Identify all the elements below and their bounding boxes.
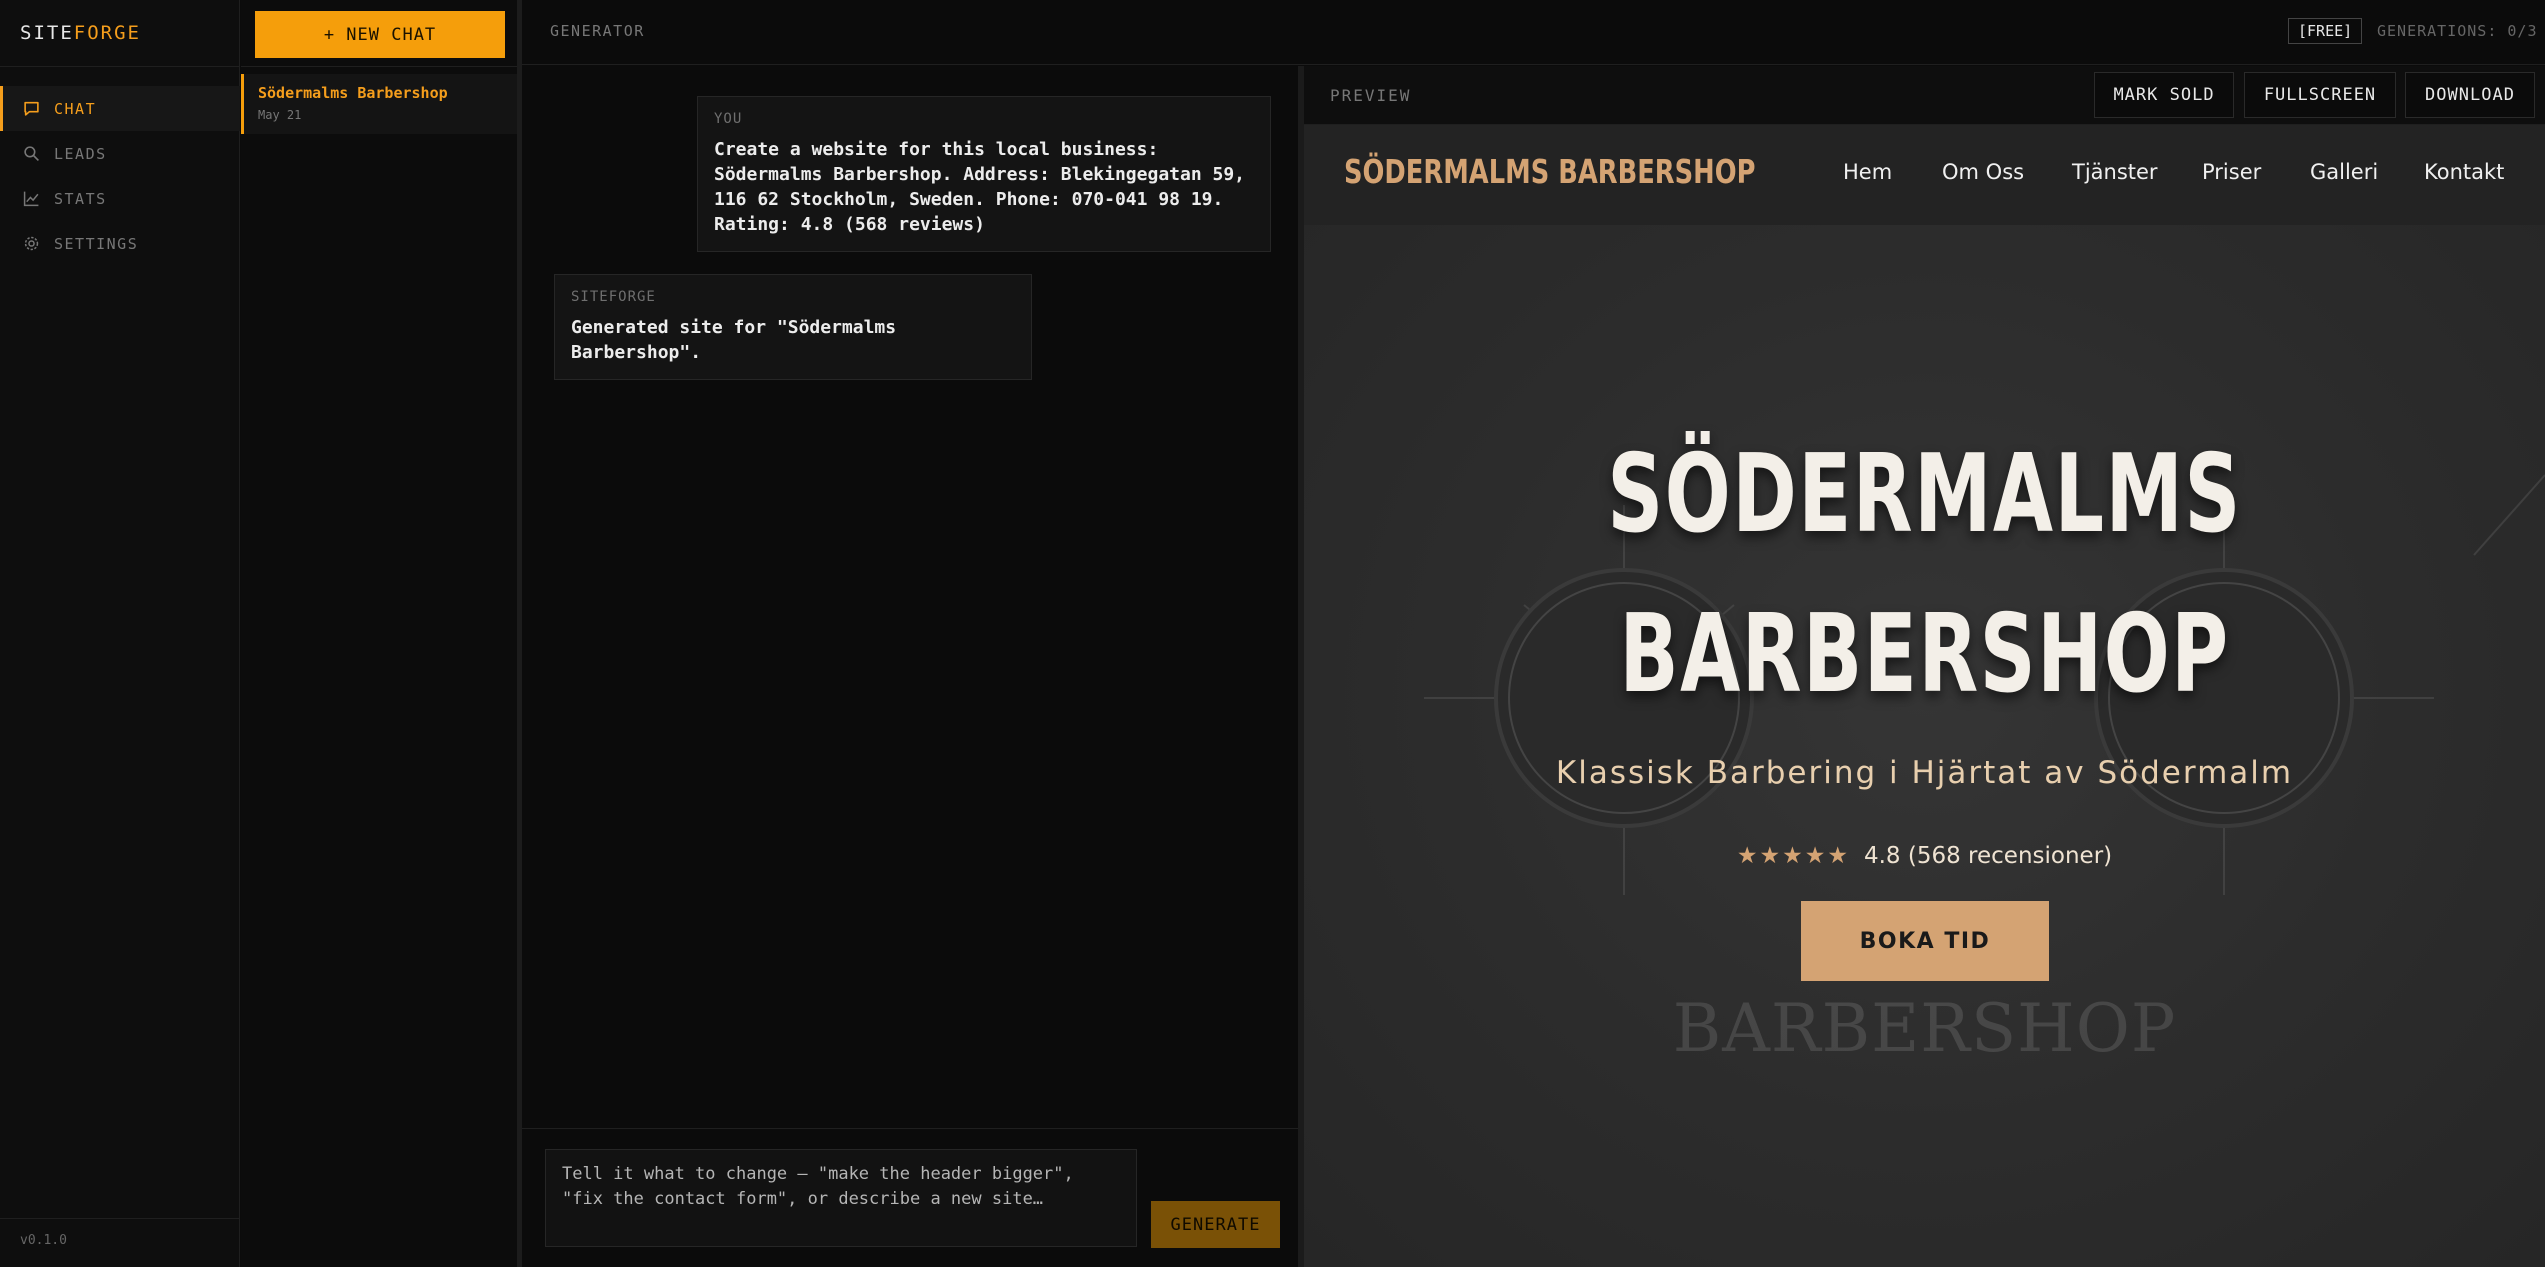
rating-text: 4.8 (568 recensioner) (1863, 843, 2113, 869)
mark-sold-button[interactable]: MARK SOLD (2094, 72, 2234, 118)
hero-watermark: BARBERSHOP (1672, 990, 2177, 1067)
nav-item-settings[interactable]: SETTINGS (0, 221, 240, 266)
site-nav-link-kontakt[interactable]: Kontakt (2424, 160, 2504, 184)
generations-counter: GENERATIONS: 0/3 (2377, 22, 2538, 40)
chat-list-panel: + NEW CHAT Södermalms Barbershop May 21 (241, 0, 522, 1267)
chat-item-date: May 21 (258, 108, 302, 122)
user-message: YOU Create a website for this local busi… (697, 96, 1271, 252)
hero-rating: ★★★★★ 4.8 (568 recensioner) (1304, 843, 2545, 869)
chat-bubble-icon (22, 100, 40, 118)
top-bar: GENERATOR [FREE] GENERATIONS: 0/3 (522, 0, 2545, 65)
site-preview: SÖDERMALMS BARBERSHOP Hem Om Oss Tjänste… (1304, 125, 2545, 1267)
hero-decoration (1424, 474, 2545, 895)
divider (522, 1128, 1302, 1129)
site-hero: SÖDERMALMS BARBERSHOP Klassisk Barbering… (1304, 225, 2545, 1267)
hero-title-line-2: BARBERSHOP (1619, 592, 2230, 717)
divider (0, 66, 240, 67)
new-chat-button[interactable]: + NEW CHAT (255, 11, 505, 58)
nav-item-label: LEADS (54, 144, 107, 163)
divider (0, 1218, 240, 1219)
site-logo[interactable]: SÖDERMALMS BARBERSHOP (1344, 152, 1755, 191)
nav-sidebar: SITEFORGE CHAT LEADS STATS SETTINGS v0.1… (0, 0, 240, 1267)
app-version: v0.1.0 (20, 1233, 67, 1248)
message-author: YOU (714, 111, 743, 127)
generate-button[interactable]: GENERATE (1151, 1201, 1280, 1248)
divider (241, 66, 517, 67)
book-appointment-button[interactable]: BOKA TID (1801, 901, 2049, 981)
site-nav-link-galleri[interactable]: Galleri (2310, 160, 2378, 184)
site-nav-link-om-oss[interactable]: Om Oss (1942, 160, 2024, 184)
message-text: Generated site for "Södermalms Barbersho… (571, 317, 897, 363)
hero-title-line-1: SÖDERMALMS (1607, 432, 2242, 557)
message-text: Create a website for this local business… (714, 139, 1246, 235)
search-icon (22, 145, 40, 163)
line-chart-icon (22, 190, 40, 208)
gear-icon (22, 235, 40, 253)
download-button[interactable]: DOWNLOAD (2405, 72, 2535, 118)
nav-item-label: STATS (54, 189, 107, 208)
preview-toolbar: PREVIEW MARK SOLD FULLSCREEN DOWNLOAD (1304, 66, 2545, 125)
nav-item-stats[interactable]: STATS (0, 176, 240, 221)
app-logo: SITEFORGE (20, 22, 141, 44)
fullscreen-button[interactable]: FULLSCREEN (2244, 72, 2396, 118)
page-title: GENERATOR (550, 22, 645, 40)
chat-list-item[interactable]: Södermalms Barbershop May 21 (241, 74, 517, 134)
message-author: SITEFORGE (571, 289, 656, 305)
nav-item-label: SETTINGS (54, 234, 139, 253)
site-nav-link-hem[interactable]: Hem (1843, 160, 1892, 184)
plan-badge: [FREE] (2288, 18, 2363, 44)
rating-stars: ★★★★★ (1736, 843, 1850, 869)
chat-conversation: YOU Create a website for this local busi… (522, 66, 1302, 1267)
nav-item-leads[interactable]: LEADS (0, 131, 240, 176)
prompt-input[interactable] (545, 1149, 1137, 1247)
nav-item-chat[interactable]: CHAT (0, 86, 240, 131)
chat-item-title: Södermalms Barbershop (258, 84, 448, 102)
site-nav-link-priser[interactable]: Priser (2202, 160, 2261, 184)
site-nav-link-tjanster[interactable]: Tjänster (2072, 160, 2158, 184)
nav-item-label: CHAT (54, 99, 97, 118)
hero-subtitle: Klassisk Barbering i Hjärtat av Södermal… (1555, 755, 2294, 791)
site-navbar: SÖDERMALMS BARBERSHOP Hem Om Oss Tjänste… (1304, 125, 2545, 225)
preview-label: PREVIEW (1330, 86, 1412, 105)
assistant-message: SITEFORGE Generated site for "Södermalms… (554, 274, 1032, 380)
